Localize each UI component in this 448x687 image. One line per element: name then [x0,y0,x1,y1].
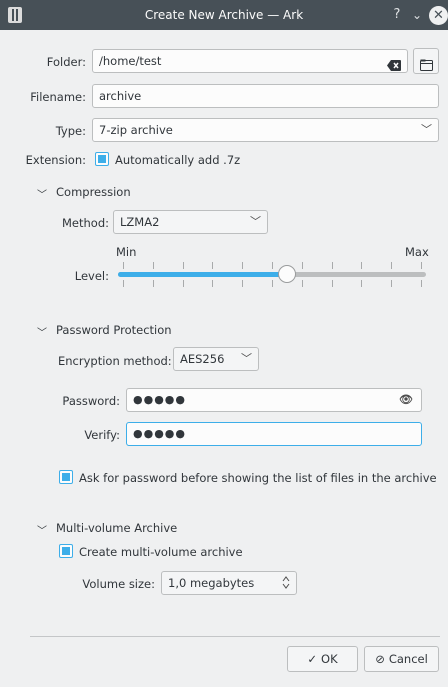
auto-extension-label[interactable]: Automatically add .7z [115,153,240,167]
folder-open-icon [420,55,433,79]
slider-tick [301,280,303,287]
create-multivolume-checkbox[interactable] [59,544,73,558]
level-slider-fill [118,272,288,277]
encryption-method-select[interactable]: AES256 ﹀ [173,347,259,371]
level-min-label: Min [116,245,137,259]
checkmark-icon: ✓ [307,652,318,666]
folder-label: Folder: [46,55,86,69]
slider-tick [421,262,422,269]
show-password-eye-icon[interactable]: 👁 [399,389,414,411]
slider-tick [272,280,273,287]
slider-tick [152,280,154,287]
cancel-icon: ⊘ [375,652,385,666]
type-select[interactable]: 7-zip archive ﹀ [92,118,439,142]
volume-size-label: Volume size: [82,577,155,591]
encryption-method-value: AES256 [180,352,225,366]
window-title: Create New Archive — Ark [144,8,304,22]
browse-folder-button[interactable] [413,48,439,74]
extension-label: Extension: [25,153,86,167]
cancel-button-label: Cancel [388,652,428,666]
encryption-method-label: Encryption method: [58,354,172,368]
verify-label: Verify: [84,428,120,442]
method-value: LZMA2 [120,215,160,229]
level-slider-track[interactable] [118,272,426,277]
slider-tick [361,262,363,269]
password-collapse-icon[interactable]: ﹀ [37,324,47,339]
slider-tick [361,280,363,287]
filename-label: Filename: [30,90,86,104]
auto-extension-checkbox[interactable] [95,152,109,166]
slider-tick [421,280,422,287]
verify-input[interactable]: ●●●●● [126,422,422,446]
slider-tick [242,262,244,269]
method-label: Method: [61,216,109,230]
cancel-button[interactable]: ⊘ Cancel [364,646,439,672]
volume-size-value: 1,0 megabytes [168,576,255,590]
minimize-button[interactable]: ⌄ [410,6,424,24]
button-separator [30,636,440,637]
slider-tick [391,262,393,269]
password-section-label[interactable]: Password Protection [56,323,172,337]
slider-tick [391,280,393,287]
chevron-down-icon: ﹀ [421,123,432,136]
volume-size-spinbox[interactable]: 1,0 megabytes [161,571,297,595]
title-bar: Create New Archive — Ark ? ⌄ ✕ [0,0,448,30]
filename-input[interactable]: archive [92,84,439,108]
multivolume-section-label[interactable]: Multi-volume Archive [56,521,177,535]
slider-tick [212,262,214,269]
ask-password-label[interactable]: Ask for password before showing the list… [79,471,437,485]
level-label: Level: [74,269,109,283]
level-max-label: Max [405,245,429,259]
ask-password-checkbox[interactable] [59,470,73,484]
method-select[interactable]: LZMA2 ﹀ [113,210,268,234]
compression-section-label[interactable]: Compression [56,185,131,199]
ok-button-label: OK [321,652,338,666]
slider-tick [182,262,184,269]
chevron-down-icon: ﹀ [250,215,261,228]
slider-tick [242,280,244,287]
password-input[interactable]: ●●●●● 👁 [126,388,422,412]
slider-tick [123,280,124,287]
slider-tick [331,280,333,287]
backspace-clear-icon[interactable] [387,56,401,71]
slider-tick [212,280,214,287]
help-button[interactable]: ? [390,6,404,24]
spin-updown-icon[interactable] [282,575,290,594]
type-value: 7-zip archive [99,123,173,137]
slider-tick [152,262,154,269]
close-button[interactable]: ✕ [429,6,448,25]
slider-tick [272,262,273,269]
slider-tick [331,262,333,269]
slider-tick [182,280,184,287]
compression-collapse-icon[interactable]: ﹀ [37,186,47,201]
level-slider-handle[interactable] [278,265,297,283]
slider-tick [123,262,124,269]
type-label: Type: [55,124,86,138]
slider-tick [301,262,303,269]
chevron-down-icon: ﹀ [241,352,252,365]
ok-button[interactable]: ✓ OK [287,646,358,672]
create-multivolume-label[interactable]: Create multi-volume archive [79,545,243,559]
folder-value: /home/test [99,54,162,68]
folder-input[interactable]: /home/test [92,49,408,73]
password-label: Password: [62,394,120,408]
password-value: ●●●●● [133,393,186,406]
multivolume-collapse-icon[interactable]: ﹀ [37,522,47,537]
